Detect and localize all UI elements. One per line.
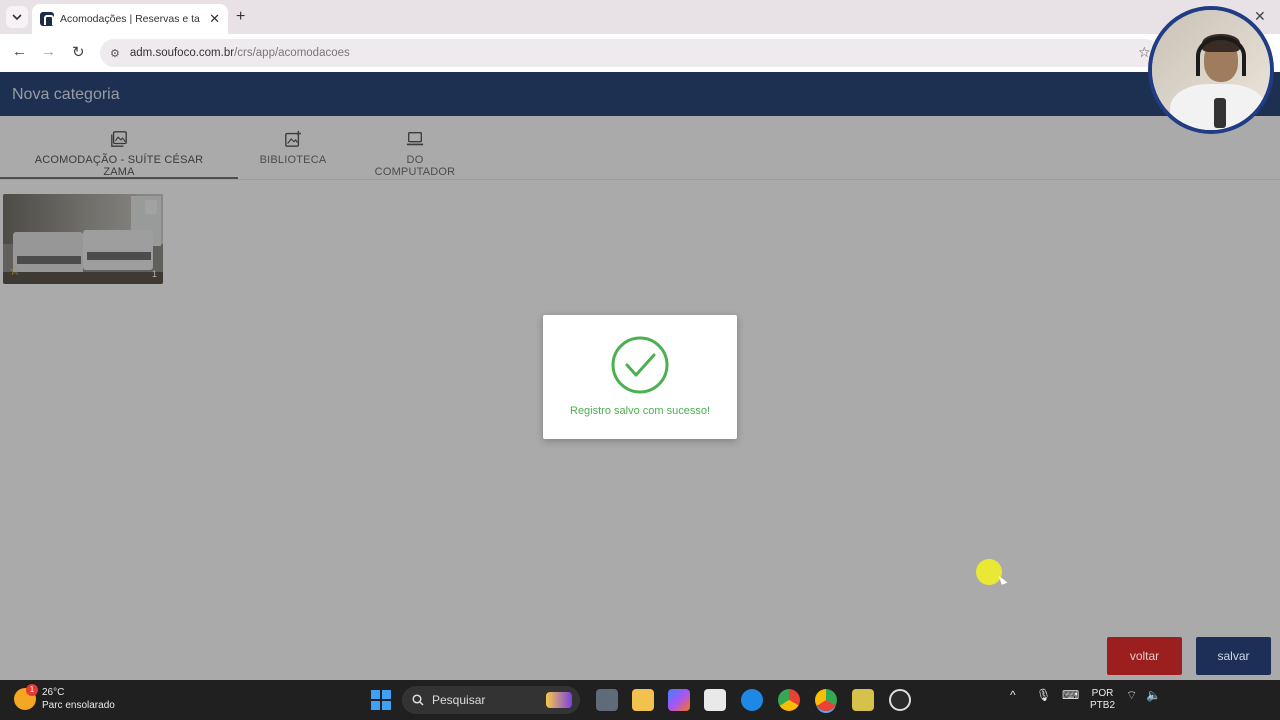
- keyboard-tray-icon[interactable]: ⌨: [1062, 688, 1079, 702]
- back-arrow-icon[interactable]: ←: [12, 43, 27, 60]
- windows-taskbar: 1 26°C Parc ensolarado Pesquisar ^ 🎙 ⌨ P…: [0, 680, 1280, 720]
- browser-tabstrip: Acomodações | Reservas e tarifas ✕ +: [0, 0, 1280, 34]
- tray-chevron-icon[interactable]: ^: [1010, 688, 1016, 702]
- site-settings-icon[interactable]: ⚙: [110, 47, 120, 60]
- success-dialog: Registro salvo com sucesso!: [543, 315, 737, 439]
- file-explorer-icon[interactable]: [632, 689, 654, 711]
- tab-search-menu-icon[interactable]: [6, 6, 28, 28]
- task-view-icon[interactable]: [596, 689, 618, 711]
- windows-start-icon[interactable]: [371, 690, 391, 710]
- volume-icon[interactable]: 🔈: [1146, 688, 1161, 702]
- search-highlight-icon: [546, 692, 572, 708]
- success-check-icon: [611, 336, 669, 394]
- language-line1: POR: [1091, 688, 1114, 699]
- voltar-button[interactable]: voltar: [1107, 637, 1182, 675]
- url-host: adm.soufoco.com.br: [129, 47, 235, 59]
- weather-badge: 1: [26, 684, 38, 696]
- url-path: /crs/app/acomodacoes: [234, 47, 350, 59]
- language-indicator[interactable]: POR PTB2: [1090, 688, 1115, 712]
- weather-description: Parc ensolarado: [42, 700, 115, 711]
- browser-tab-title: Acomodações | Reservas e tarifas: [60, 13, 200, 25]
- weather-temperature: 26°C: [42, 687, 65, 698]
- snipping-tool-icon[interactable]: [704, 689, 726, 711]
- success-message: Registro salvo com sucesso!: [570, 405, 710, 417]
- cursor-highlight: [976, 559, 1002, 585]
- taskbar-search[interactable]: Pesquisar: [402, 686, 580, 714]
- microphone-icon: [1214, 98, 1226, 128]
- browser-toolbar: ← → ↻ ⚙ adm.soufoco.com.br/crs/app/acomo…: [0, 34, 1280, 72]
- obs-recorder-icon[interactable]: [889, 689, 911, 711]
- edge-browser-icon[interactable]: [741, 689, 763, 711]
- webcam-overlay: [1148, 6, 1274, 134]
- address-bar[interactable]: ⚙ adm.soufoco.com.br/crs/app/acomodacoes: [100, 39, 1160, 67]
- browser-tab-acomodacoes[interactable]: Acomodações | Reservas e tarifas ✕: [32, 4, 228, 34]
- salvar-button[interactable]: salvar: [1196, 637, 1271, 675]
- window-close-icon[interactable]: ✕: [1254, 8, 1266, 25]
- reload-icon[interactable]: ↻: [72, 43, 85, 61]
- forward-arrow-icon[interactable]: →: [41, 43, 56, 60]
- weather-widget[interactable]: 1 26°C Parc ensolarado: [14, 684, 115, 712]
- wifi-icon[interactable]: ⌔: [1126, 688, 1137, 703]
- chrome-profile-icon[interactable]: [815, 689, 837, 711]
- address-url: adm.soufoco.com.br/crs/app/acomodacoes: [130, 47, 350, 59]
- microphone-tray-icon[interactable]: 🎙: [1036, 688, 1051, 702]
- new-tab-icon[interactable]: +: [236, 8, 245, 26]
- chrome-icon[interactable]: [778, 689, 800, 711]
- headset-icon: [1196, 36, 1246, 76]
- app-icon[interactable]: [852, 689, 874, 711]
- tab-close-icon[interactable]: ✕: [209, 11, 220, 27]
- search-icon: [412, 694, 424, 706]
- site-favicon-icon: [40, 12, 54, 26]
- language-line2: PTB2: [1090, 700, 1116, 711]
- weather-sun-icon: 1: [14, 684, 38, 710]
- taskbar-search-label: Pesquisar: [432, 693, 486, 707]
- copilot-icon[interactable]: [668, 689, 690, 711]
